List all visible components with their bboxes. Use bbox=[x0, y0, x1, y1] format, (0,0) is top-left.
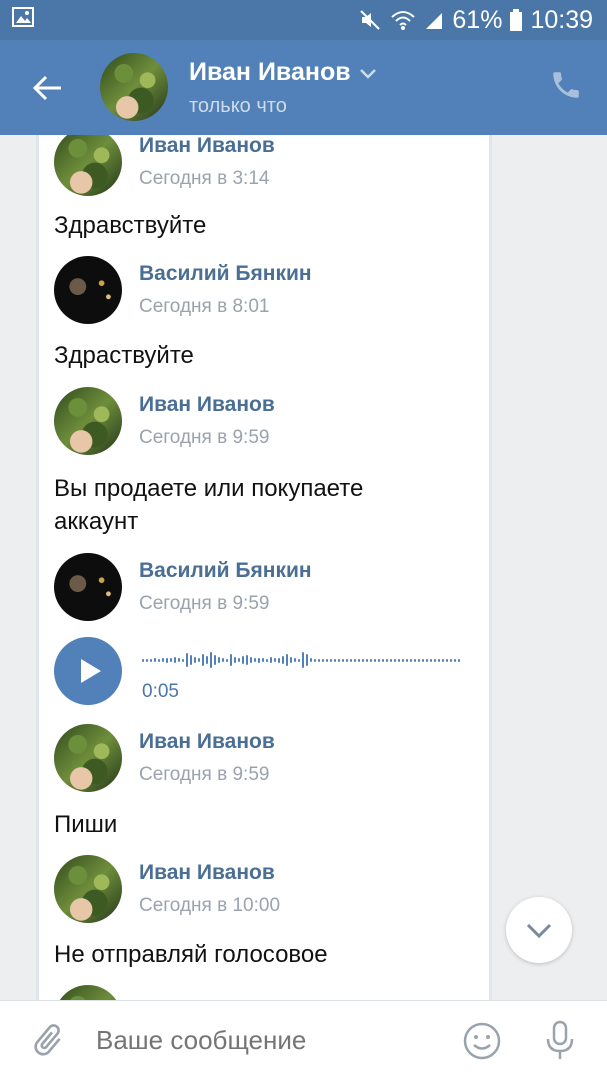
avatar[interactable] bbox=[54, 135, 122, 196]
author-name[interactable]: Иван Иванов bbox=[139, 861, 275, 885]
signal-icon bbox=[424, 9, 444, 31]
avatar[interactable] bbox=[54, 256, 122, 324]
message-text: Пиши bbox=[54, 811, 118, 838]
mute-icon bbox=[358, 8, 382, 32]
chevron-down-icon bbox=[359, 58, 377, 87]
contact-name: Иван Иванов bbox=[189, 58, 351, 86]
message-header: Иван Иванов Сегодня в 9:59 bbox=[54, 387, 474, 457]
message-time: Сегодня в 9:59 bbox=[139, 764, 270, 785]
author-name[interactable]: Иван Иванов bbox=[139, 730, 275, 754]
gallery-icon bbox=[12, 6, 34, 35]
message-header bbox=[54, 985, 474, 1000]
back-arrow-icon[interactable] bbox=[30, 70, 66, 106]
battery-icon bbox=[510, 9, 523, 31]
message-header: Василий Бянкин Сегодня в 8:01 bbox=[54, 256, 474, 326]
voice-duration: 0:05 bbox=[142, 681, 179, 702]
message-time: Сегодня в 8:01 bbox=[139, 296, 270, 317]
message-header: Иван Иванов Сегодня в 3:14 bbox=[54, 135, 474, 198]
microphone-icon[interactable] bbox=[540, 1019, 580, 1063]
avatar[interactable] bbox=[54, 855, 122, 923]
avatar[interactable] bbox=[54, 724, 122, 792]
play-icon[interactable] bbox=[54, 637, 122, 705]
voice-message: 0:05 bbox=[54, 637, 474, 707]
contact-status: только что bbox=[189, 95, 287, 117]
message-time: Сегодня в 9:59 bbox=[139, 427, 270, 448]
author-name[interactable]: Василий Бянкин bbox=[139, 262, 312, 286]
avatar[interactable] bbox=[54, 985, 122, 1000]
scroll-down-button[interactable] bbox=[506, 897, 572, 963]
avatar[interactable] bbox=[54, 387, 122, 455]
author-name[interactable]: Иван Иванов bbox=[139, 393, 275, 417]
attach-icon[interactable] bbox=[28, 1021, 68, 1061]
message-input-bar bbox=[0, 1000, 607, 1081]
message-text: Здраствуйте bbox=[54, 342, 194, 369]
message-header: Иван Иванов Сегодня в 10:00 bbox=[54, 855, 474, 925]
message-header: Иван Иванов Сегодня в 9:59 bbox=[54, 724, 474, 794]
message-header: Василий Бянкин Сегодня в 9:59 bbox=[54, 553, 474, 623]
status-bar: 61% 10:39 bbox=[0, 0, 607, 40]
author-name[interactable]: Иван Иванов bbox=[139, 135, 275, 158]
message-text: Не отправляй голосовое bbox=[54, 941, 328, 968]
message-list[interactable]: Иван Иванов Сегодня в 3:14 Здравствуйте … bbox=[36, 135, 492, 1000]
voice-waveform[interactable] bbox=[142, 649, 460, 671]
avatar[interactable] bbox=[54, 553, 122, 621]
message-text: Вы продаете или покупаете аккаунт bbox=[54, 475, 364, 535]
emoji-icon[interactable] bbox=[462, 1021, 502, 1061]
message-time: Сегодня в 10:00 bbox=[139, 895, 281, 916]
clock: 10:39 bbox=[530, 5, 593, 34]
message-text: Здравствуйте bbox=[54, 212, 207, 239]
author-name[interactable]: Василий Бянкин bbox=[139, 559, 312, 583]
contact-avatar[interactable] bbox=[100, 53, 168, 121]
chevron-down-icon bbox=[526, 923, 552, 939]
contact-title[interactable]: Иван Иванов bbox=[189, 58, 377, 87]
chat-header: Иван Иванов только что bbox=[0, 40, 607, 135]
battery-percent: 61% bbox=[452, 5, 503, 34]
message-time: Сегодня в 3:14 bbox=[139, 168, 270, 189]
message-input[interactable] bbox=[96, 1025, 436, 1056]
phone-icon[interactable] bbox=[549, 68, 583, 102]
message-time: Сегодня в 9:59 bbox=[139, 593, 270, 614]
wifi-icon bbox=[390, 9, 416, 31]
